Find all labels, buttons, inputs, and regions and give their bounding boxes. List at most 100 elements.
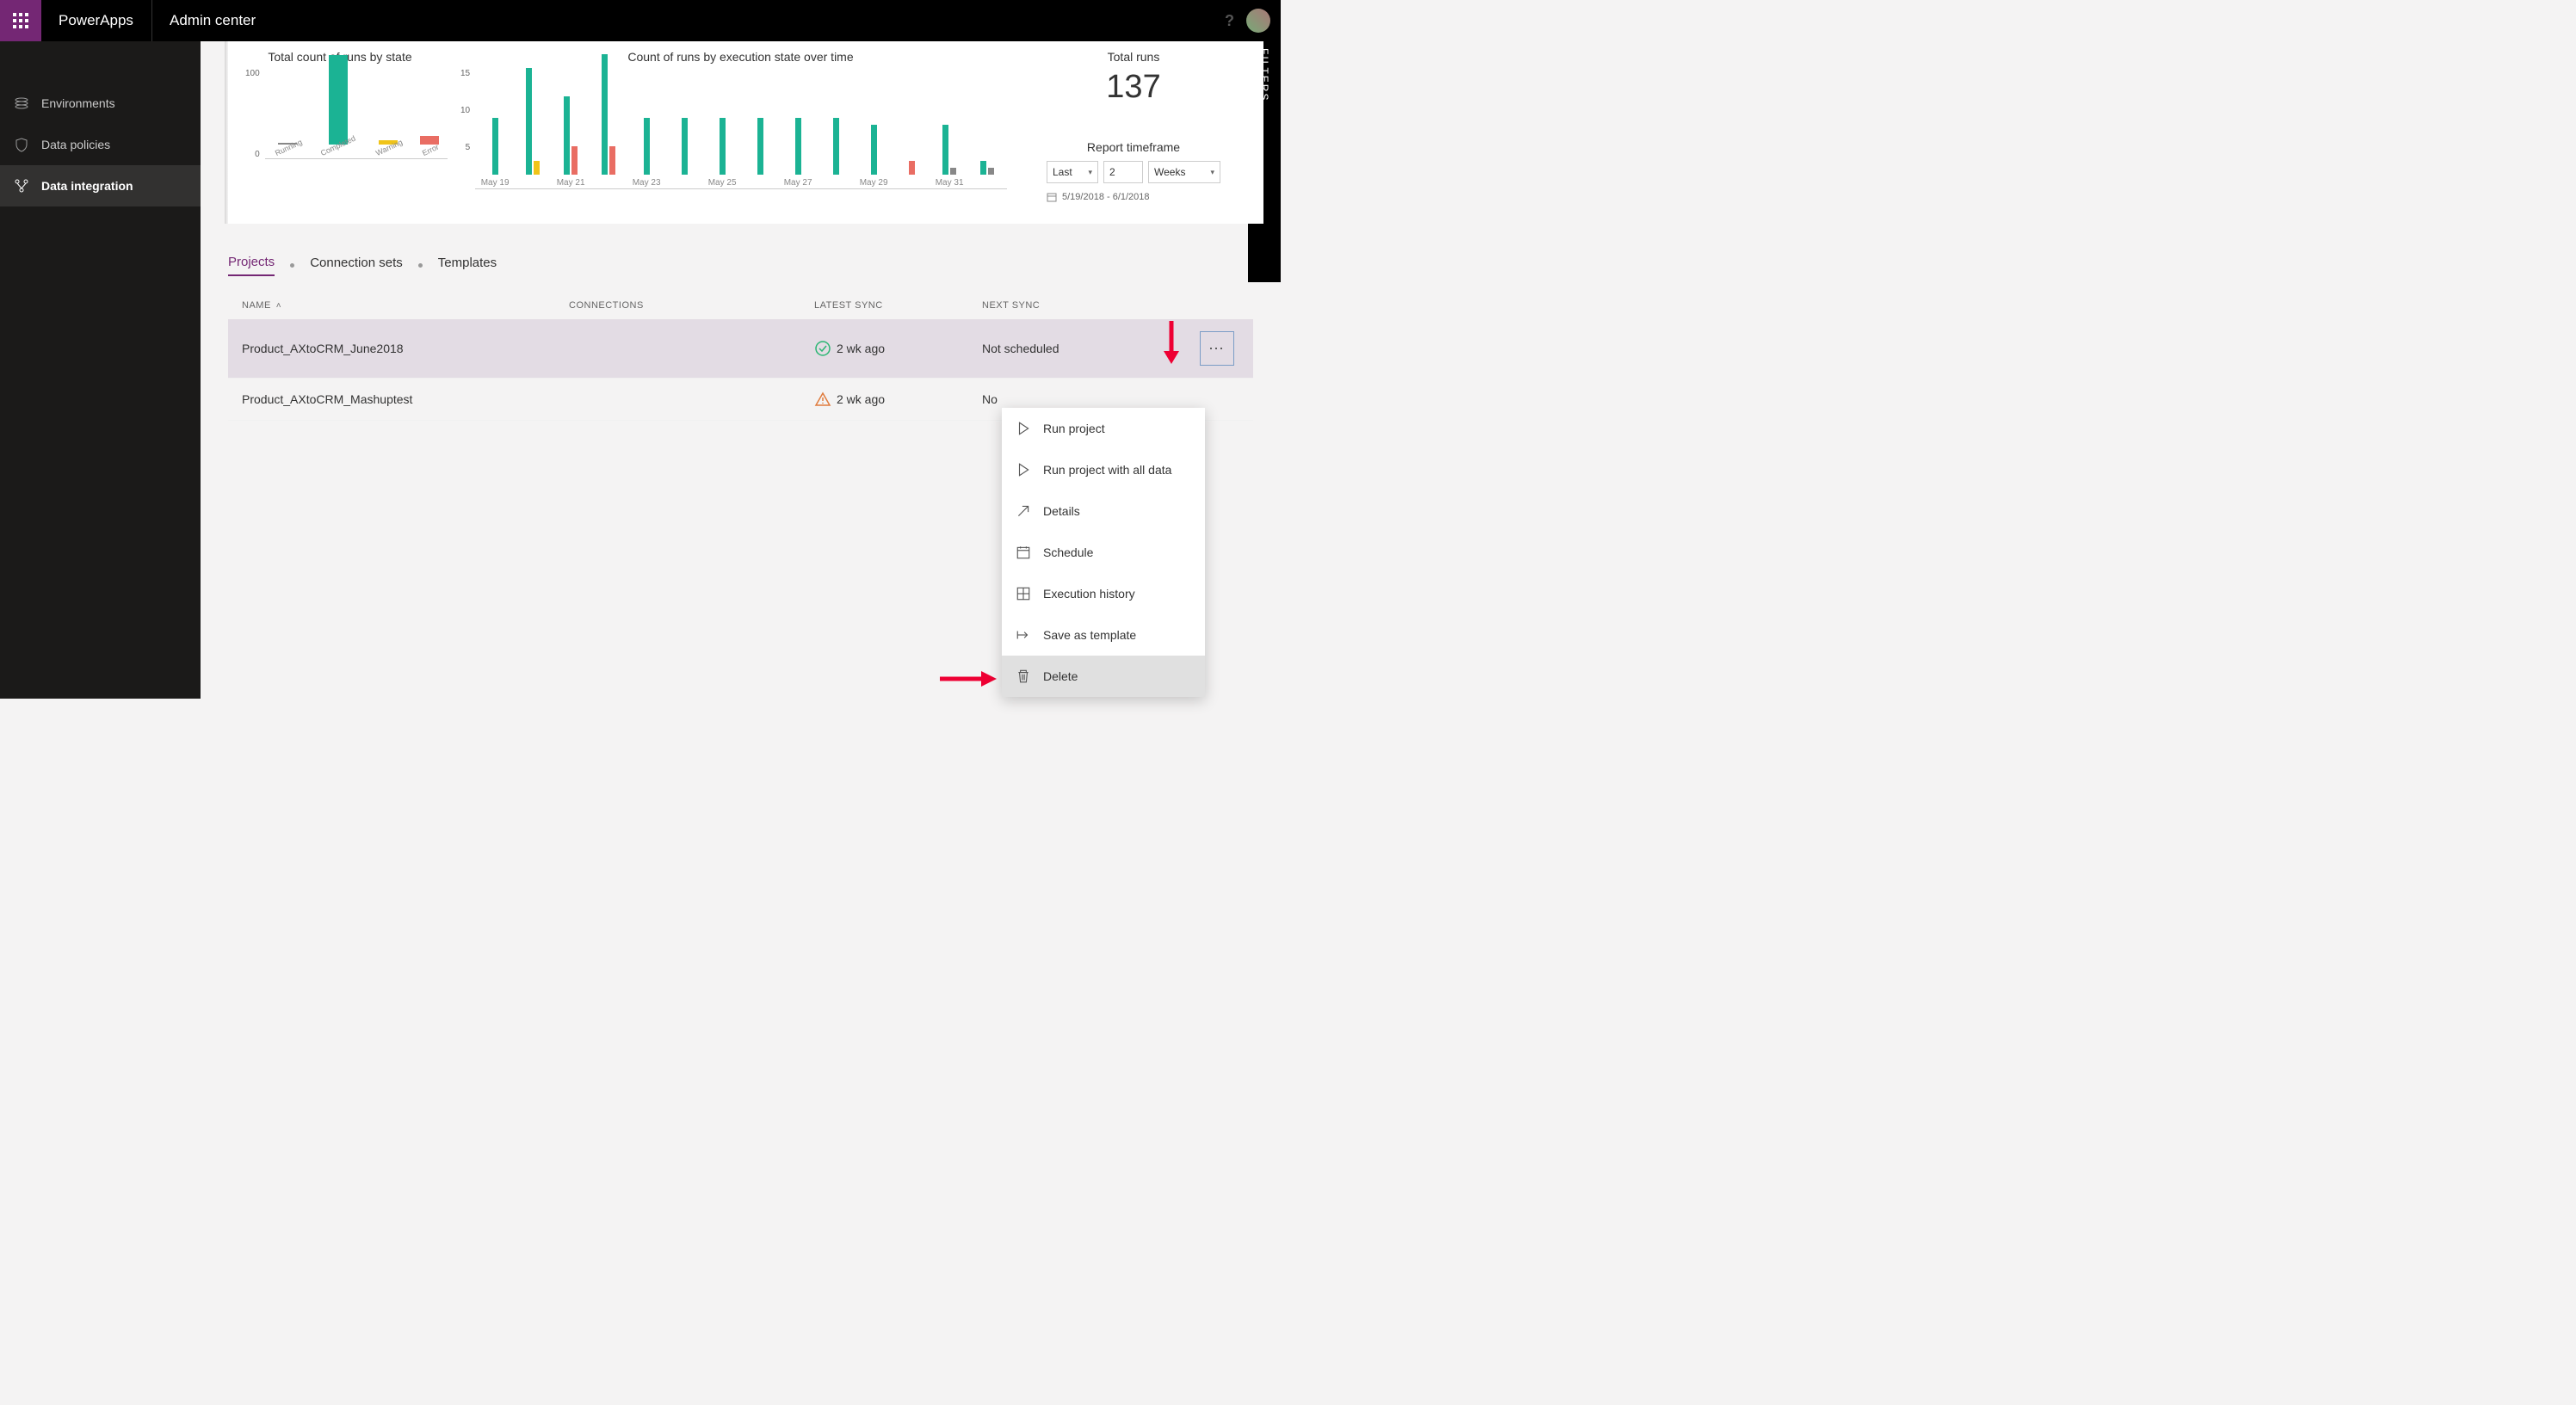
time-bar (980, 161, 986, 175)
sidebar-item-data-integration[interactable]: Data integration (0, 165, 201, 206)
time-bargroup: May 31 (935, 125, 964, 188)
time-xlabel: May 23 (632, 178, 661, 188)
menu-save-as-template[interactable]: Save as template (1002, 614, 1205, 656)
app-launcher-button[interactable] (0, 0, 41, 41)
export-icon (1016, 627, 1031, 643)
time-bargroup: May 21 (556, 96, 585, 188)
totals-block: Total runs 137 Report timeframe Last▾ 2 … (1047, 50, 1246, 206)
time-bar (534, 161, 540, 175)
time-bar (571, 146, 578, 175)
time-xlabel (821, 178, 850, 188)
header-name[interactable]: NAME˄ (242, 300, 569, 311)
next-sync: No (982, 392, 1171, 406)
tab-separator (290, 263, 294, 268)
time-bar (757, 118, 763, 175)
time-bargroup: May 19 (480, 118, 510, 188)
time-xlabel (897, 178, 926, 188)
timeframe-number-input[interactable]: 2 (1103, 161, 1143, 183)
time-bargroup (594, 54, 623, 188)
menu-run-project-all-data[interactable]: Run project with all data (1002, 449, 1205, 490)
project-name: Product_AXtoCRM_Mashuptest (242, 392, 569, 406)
next-sync: Not scheduled (982, 342, 1171, 355)
tab-projects[interactable]: Projects (228, 255, 275, 276)
timeframe-title: Report timeframe (1047, 140, 1220, 154)
grid-icon (1016, 586, 1031, 601)
time-bargroup (897, 161, 926, 188)
totals-value: 137 (1047, 69, 1220, 106)
time-xlabel: May 29 (859, 178, 888, 188)
timeframe-unit-select[interactable]: Weeks▾ (1148, 161, 1220, 183)
time-xlabel (973, 178, 1002, 188)
more-icon: ⋯ (1208, 340, 1226, 358)
time-bargroup: May 27 (783, 118, 812, 188)
row-more-button[interactable]: ⋯ (1200, 331, 1234, 366)
time-bargroup: May 23 (632, 118, 661, 188)
sort-ascending-icon: ˄ (276, 301, 281, 311)
time-bargroup: May 29 (859, 125, 888, 188)
time-bargroup (518, 68, 547, 188)
time-xlabel: May 21 (556, 178, 585, 188)
sidebar-item-label: Data integration (41, 179, 133, 193)
header-connections[interactable]: CONNECTIONS (569, 300, 814, 311)
time-bargroup (670, 118, 699, 188)
time-xlabel (670, 178, 699, 188)
time-xlabel: May 27 (783, 178, 812, 188)
brand-label[interactable]: PowerApps (41, 0, 152, 41)
menu-run-project[interactable]: Run project (1002, 408, 1205, 449)
sync-time: 2 wk ago (837, 392, 885, 406)
menu-schedule[interactable]: Schedule (1002, 532, 1205, 573)
success-icon (814, 340, 831, 357)
integration-icon (14, 178, 29, 194)
header-next-sync[interactable]: NEXT SYNC (982, 300, 1171, 311)
sidebar-item-environments[interactable]: Environments (0, 83, 201, 124)
time-bar (564, 96, 570, 175)
time-xlabel (594, 178, 623, 188)
projects-table: NAME˄ CONNECTIONS LATEST SYNC NEXT SYNC … (228, 292, 1253, 421)
chart-runs-over-time: Count of runs by execution state over ti… (460, 50, 1021, 206)
time-bargroup (973, 161, 1002, 188)
time-bargroup (821, 118, 850, 188)
chart-title: Count of runs by execution state over ti… (460, 50, 1021, 64)
sync-time: 2 wk ago (837, 342, 885, 355)
trash-icon (1016, 669, 1031, 684)
calendar-icon (1016, 545, 1031, 560)
chevron-down-icon: ▾ (1210, 168, 1214, 177)
chart-runs-by-state: Total count of runs by state 1000 Runnin… (245, 50, 435, 206)
time-bar (602, 54, 608, 175)
avatar[interactable] (1246, 9, 1270, 33)
time-bar (644, 118, 650, 175)
top-bar: PowerApps Admin center ? (0, 0, 1281, 41)
time-bar (682, 118, 688, 175)
time-bar (795, 118, 801, 175)
time-bar (526, 68, 532, 175)
sidebar: Environments Data policies Data integrat… (0, 41, 201, 699)
sidebar-item-label: Data policies (41, 138, 110, 151)
time-bar (492, 118, 498, 175)
bar-completed (329, 55, 348, 145)
play-icon (1016, 462, 1031, 478)
menu-execution-history[interactable]: Execution history (1002, 573, 1205, 614)
date-range-label: 5/19/2018 - 6/1/2018 (1047, 192, 1220, 202)
calendar-icon (1047, 192, 1057, 202)
chevron-down-icon: ▾ (1088, 168, 1092, 177)
tab-templates[interactable]: Templates (438, 256, 497, 275)
sidebar-item-data-policies[interactable]: Data policies (0, 124, 201, 165)
time-xlabel (518, 178, 547, 188)
dashboard-card: Total count of runs by state 1000 Runnin… (228, 41, 1263, 224)
tabs: Projects Connection sets Templates (201, 232, 1281, 283)
row-context-menu: Run project Run project with all data De… (1002, 408, 1205, 697)
header-latest-sync[interactable]: LATEST SYNC (814, 300, 982, 311)
time-xlabel: May 25 (707, 178, 737, 188)
help-icon[interactable]: ? (1225, 12, 1234, 30)
stack-icon (14, 96, 29, 111)
table-row[interactable]: Product_AXtoCRM_June2018 2 wk ago Not sc… (228, 319, 1253, 379)
sidebar-item-label: Environments (41, 96, 115, 110)
menu-delete[interactable]: Delete (1002, 656, 1205, 697)
timeframe-mode-select[interactable]: Last▾ (1047, 161, 1098, 183)
shield-icon (14, 137, 29, 152)
warning-icon (814, 391, 831, 408)
tab-connection-sets[interactable]: Connection sets (310, 256, 403, 275)
time-xlabel (745, 178, 775, 188)
menu-details[interactable]: Details (1002, 490, 1205, 532)
annotation-arrow-right (938, 669, 998, 689)
